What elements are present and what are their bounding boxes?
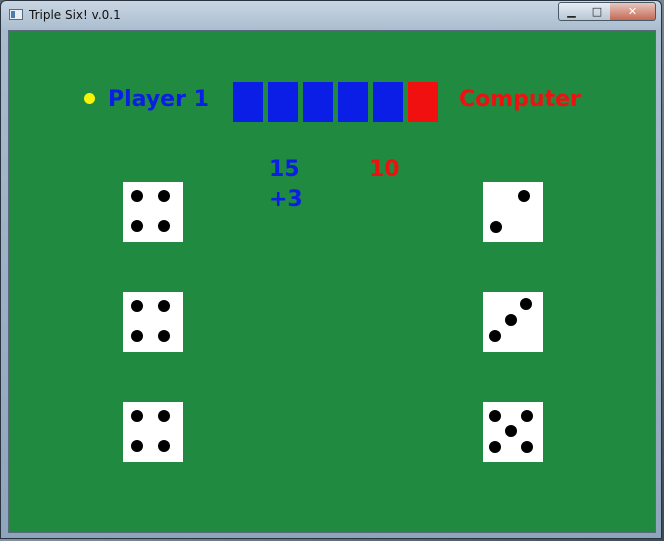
minimize-button[interactable]: ▁ bbox=[558, 2, 585, 21]
player-die-1[interactable] bbox=[123, 182, 183, 242]
tracker-block-player bbox=[268, 82, 298, 122]
computer-die-3[interactable] bbox=[483, 402, 543, 462]
die-pip bbox=[131, 300, 143, 312]
tracker-block-computer bbox=[408, 82, 438, 122]
maximize-button[interactable]: □ bbox=[584, 2, 611, 21]
player-score: 15 bbox=[269, 157, 300, 182]
die-pip bbox=[158, 190, 170, 202]
die-pip bbox=[158, 220, 170, 232]
tracker-block-player bbox=[233, 82, 263, 122]
die-pip bbox=[158, 440, 170, 452]
die-pip bbox=[521, 441, 533, 453]
computer-name: Computer bbox=[459, 87, 581, 112]
die-pip bbox=[131, 190, 143, 202]
close-button[interactable]: ✕ bbox=[610, 2, 656, 21]
die-pip bbox=[521, 410, 533, 422]
app-window-icon bbox=[9, 9, 23, 20]
title-bar[interactable]: Triple Six! v.0.1 ▁ □ ✕ bbox=[1, 1, 661, 29]
window-title: Triple Six! v.0.1 bbox=[29, 8, 121, 22]
die-pip bbox=[131, 330, 143, 342]
die-pip bbox=[489, 441, 501, 453]
die-pip bbox=[131, 220, 143, 232]
die-pip bbox=[489, 410, 501, 422]
player-die-2[interactable] bbox=[123, 292, 183, 352]
turn-indicator-dot bbox=[84, 93, 95, 104]
tracker-block-player bbox=[373, 82, 403, 122]
die-pip bbox=[518, 190, 530, 202]
die-pip bbox=[131, 440, 143, 452]
player-name: Player 1 bbox=[108, 87, 209, 112]
die-pip bbox=[505, 425, 517, 437]
die-pip bbox=[489, 330, 501, 342]
computer-die-1[interactable] bbox=[483, 182, 543, 242]
computer-score: 10 bbox=[369, 157, 400, 182]
die-pip bbox=[505, 314, 517, 326]
die-pip bbox=[520, 298, 532, 310]
app-window: Triple Six! v.0.1 ▁ □ ✕ Player 1 Compute… bbox=[0, 0, 662, 539]
die-pip bbox=[158, 330, 170, 342]
die-pip bbox=[158, 300, 170, 312]
die-pip bbox=[131, 410, 143, 422]
computer-die-2[interactable] bbox=[483, 292, 543, 352]
player-die-3[interactable] bbox=[123, 402, 183, 462]
tracker-block-player bbox=[338, 82, 368, 122]
game-table: Player 1 Computer 15 +3 10 bbox=[8, 30, 656, 533]
tracker-block-player bbox=[303, 82, 333, 122]
die-pip bbox=[158, 410, 170, 422]
die-pip bbox=[490, 221, 502, 233]
player-bonus: +3 bbox=[269, 187, 303, 212]
